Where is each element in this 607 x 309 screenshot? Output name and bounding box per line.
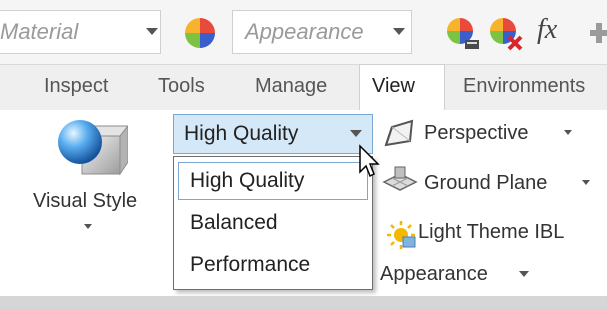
- chevron-down-icon[interactable]: [519, 271, 529, 277]
- appearance-color-wheel-icon[interactable]: [183, 16, 217, 50]
- tab-inspect[interactable]: Inspect: [44, 75, 108, 98]
- clear-appearance-icon[interactable]: [488, 16, 524, 52]
- ground-plane-label[interactable]: Ground Plane: [424, 172, 547, 195]
- dropdown-option-label: Performance: [190, 253, 311, 276]
- chevron-down-icon[interactable]: [84, 224, 92, 229]
- tab-manage[interactable]: Manage: [255, 75, 327, 98]
- ground-plane-icon[interactable]: [382, 164, 418, 194]
- dropdown-option-high-quality[interactable]: High Quality: [174, 161, 372, 201]
- perspective-icon[interactable]: [382, 119, 416, 149]
- chevron-down-icon[interactable]: [564, 130, 572, 135]
- tab-tools[interactable]: Tools: [158, 75, 205, 98]
- dropdown-option-label: Balanced: [190, 211, 278, 234]
- light-theme-sun-icon[interactable]: [386, 220, 416, 250]
- dropdown-option-label: High Quality: [190, 169, 305, 192]
- adjust-appearance-icon[interactable]: [445, 16, 481, 52]
- appearance-label[interactable]: Appearance: [380, 263, 488, 286]
- chevron-down-icon[interactable]: [350, 130, 362, 137]
- visual-style-label[interactable]: Visual Style: [33, 190, 137, 213]
- ribbon-bottom-border: [0, 296, 607, 309]
- material-combo[interactable]: Material: [0, 10, 161, 54]
- chevron-down-icon[interactable]: [393, 28, 405, 35]
- tab-environments[interactable]: Environments: [463, 75, 585, 98]
- fx-icon[interactable]: fx: [537, 14, 557, 46]
- chevron-down-icon[interactable]: [582, 180, 590, 185]
- appearance-combo-value: Appearance: [245, 19, 364, 44]
- tab-view[interactable]: View: [372, 75, 415, 98]
- mouse-cursor-icon: [359, 144, 380, 178]
- plus-icon[interactable]: [590, 20, 607, 46]
- dropdown-option-balanced[interactable]: Balanced: [174, 203, 372, 243]
- material-combo-value: Material: [0, 19, 79, 44]
- light-theme-label[interactable]: Light Theme IBL: [418, 221, 564, 244]
- appearance-combo[interactable]: Appearance: [232, 10, 412, 54]
- visual-style-icon[interactable]: [52, 114, 128, 184]
- quality-dropdown-list: High Quality Balanced Performance: [173, 156, 373, 290]
- perspective-label[interactable]: Perspective: [424, 122, 529, 145]
- chevron-down-icon[interactable]: [146, 28, 158, 35]
- quality-combo[interactable]: High Quality: [173, 114, 373, 154]
- dropdown-option-performance[interactable]: Performance: [174, 245, 372, 285]
- quality-combo-value: High Quality: [184, 122, 299, 145]
